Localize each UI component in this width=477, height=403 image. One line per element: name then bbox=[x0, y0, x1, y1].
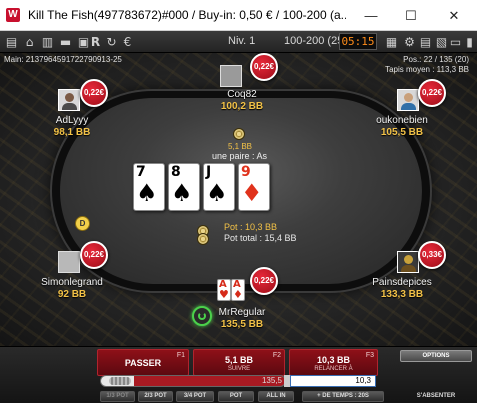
window-title: Kill The Fish(497783672)#000 / Buy-in: 0… bbox=[28, 8, 346, 22]
hole-card: A ♥ bbox=[217, 279, 231, 301]
avatar bbox=[58, 89, 80, 111]
preset-third-pot[interactable]: 1/3 POT bbox=[100, 391, 135, 402]
player-name[interactable]: Painsdepices bbox=[362, 277, 442, 288]
blind-stakes: 100-200 (25) bbox=[284, 35, 347, 47]
maximize-button[interactable]: ☐ bbox=[391, 0, 431, 31]
bet-amount: 5,1 BB bbox=[228, 142, 253, 151]
close-button[interactable]: ✕ bbox=[434, 0, 474, 31]
stats-icon[interactable]: ▥ bbox=[40, 35, 55, 49]
poker-table: Main: 2137964591722790913-25 Pos.: 22 / … bbox=[0, 53, 477, 346]
chat-icon[interactable]: ▤ bbox=[418, 35, 433, 49]
board-card: 8 ♠ bbox=[168, 163, 200, 211]
pot-amount: Pot : 10,3 BB bbox=[224, 222, 278, 232]
avatar bbox=[220, 65, 242, 87]
board-card: J ♠ bbox=[203, 163, 235, 211]
hero-stack: 135,5 BB bbox=[220, 319, 264, 330]
battery-icon: ▮ bbox=[466, 35, 473, 49]
minimize-button[interactable]: — bbox=[351, 0, 391, 31]
raise-button[interactable]: 10,3 BB RELANCER À F3 bbox=[289, 349, 378, 376]
bounty-badge: 0,22€ bbox=[80, 241, 108, 269]
avatar bbox=[58, 251, 80, 273]
table-toolbar: ▤ ⌂ ▥ ▬ ▣ R ↻ € Niv. 1 100-200 (25) 05:1… bbox=[0, 31, 477, 53]
tournament-position: Pos.: 22 / 135 (20) bbox=[403, 55, 469, 64]
average-stack: Tapis moyen : 113,3 BB bbox=[385, 65, 469, 74]
fold-button[interactable]: PASSER F1 bbox=[97, 349, 189, 376]
window-titlebar: W Kill The Fish(497783672)#000 / Buy-in:… bbox=[0, 0, 477, 31]
player-stack: 105,5 BB bbox=[380, 127, 424, 138]
board-card: 9 ♦ bbox=[238, 163, 270, 211]
player-stack: 98,1 BB bbox=[53, 127, 91, 138]
player-stack: 100,2 BB bbox=[220, 101, 264, 112]
sit-out-button[interactable]: S'ABSENTER bbox=[400, 391, 472, 402]
avatar bbox=[397, 89, 419, 111]
hole-card: A ♦ bbox=[231, 279, 245, 301]
hand-id: Main: 2137964591722790913-25 bbox=[4, 55, 122, 64]
slider-handle[interactable] bbox=[109, 377, 131, 385]
avatar bbox=[397, 251, 419, 273]
rebuy-icon[interactable]: R bbox=[88, 35, 103, 49]
level-timer: 05:15 bbox=[339, 33, 377, 50]
hero-name: MrRegular bbox=[218, 307, 266, 318]
player-name[interactable]: oukonebien bbox=[362, 115, 442, 126]
pot-chips bbox=[197, 233, 209, 245]
home-icon[interactable]: ⌂ bbox=[22, 35, 37, 49]
call-button[interactable]: 5,1 BB SUIVRE F2 bbox=[193, 349, 285, 376]
player-name[interactable]: Simonlegrand bbox=[32, 277, 112, 288]
hand-description: une paire : As bbox=[212, 151, 268, 161]
player-stack: 133,3 BB bbox=[380, 289, 424, 300]
chart-icon[interactable]: ▦ bbox=[384, 35, 399, 49]
fullscreen-icon[interactable]: ▭ bbox=[448, 35, 463, 49]
timebank-button[interactable]: + DE TEMPS : 20S bbox=[302, 391, 384, 402]
bet-chips bbox=[233, 128, 245, 140]
preset-pot[interactable]: POT bbox=[218, 391, 254, 402]
bounty-badge: 0,22€ bbox=[80, 79, 108, 107]
cashier-icon[interactable]: ▬ bbox=[58, 35, 73, 49]
options-button[interactable]: OPTIONS bbox=[400, 350, 472, 362]
player-name[interactable]: AdLyyy bbox=[32, 115, 112, 126]
player-stack: 92 BB bbox=[57, 289, 87, 300]
euro-icon[interactable]: € bbox=[120, 35, 135, 49]
refresh-icon[interactable]: ↻ bbox=[104, 35, 119, 49]
player-name[interactable]: Coq82 bbox=[202, 89, 282, 100]
preset-all-in[interactable]: ALL IN bbox=[258, 391, 294, 402]
bounty-badge: 0,33€ bbox=[418, 241, 446, 269]
slider-max: 135,5 bbox=[261, 376, 282, 385]
preset-two-thirds-pot[interactable]: 2/3 POT bbox=[138, 391, 173, 402]
bet-amount-input[interactable]: 10,3 bbox=[290, 375, 376, 387]
bounty-badge: 0,22€ bbox=[250, 53, 278, 81]
preset-three-quarters-pot[interactable]: 3/4 POT bbox=[176, 391, 214, 402]
layout-icon[interactable]: ▧ bbox=[434, 35, 449, 49]
pot-total: Pot total : 15,4 BB bbox=[224, 233, 297, 243]
bounty-badge: 0,22€ bbox=[418, 79, 446, 107]
app-logo-icon: W bbox=[6, 8, 20, 22]
lobby-icon[interactable]: ▤ bbox=[4, 35, 19, 49]
blind-level: Niv. 1 bbox=[228, 35, 256, 47]
board-card: 7 ♠ bbox=[133, 163, 165, 211]
bounty-badge: 0,22€ bbox=[250, 267, 278, 295]
dealer-button: D bbox=[75, 216, 90, 231]
action-panel: PASSER F1 5,1 BB SUIVRE F2 10,3 BB RELAN… bbox=[0, 346, 477, 403]
settings-icon[interactable]: ⚙ bbox=[402, 35, 417, 49]
